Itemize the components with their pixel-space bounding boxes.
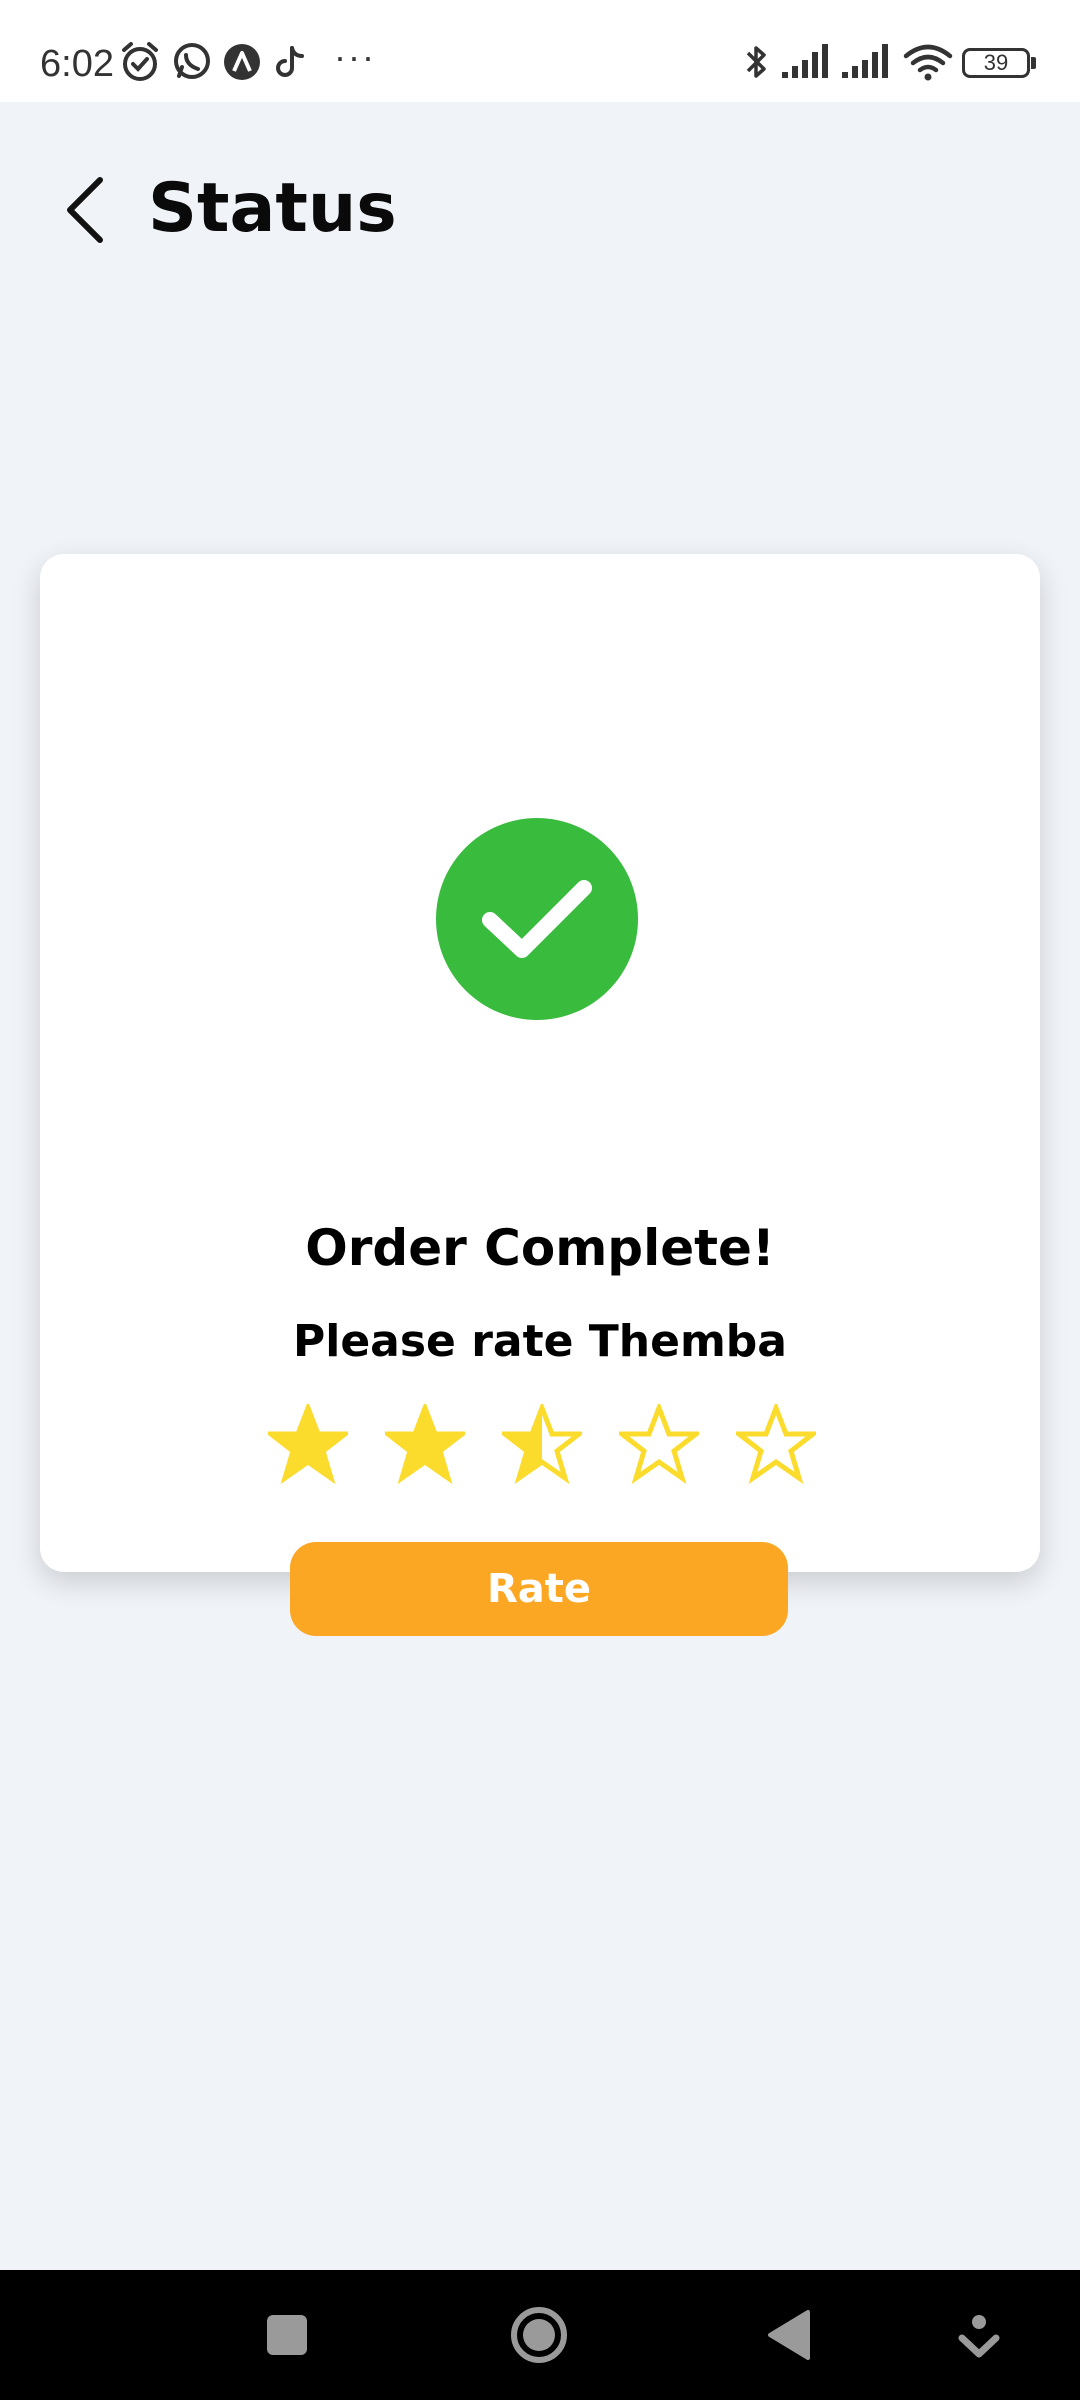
star-half-icon[interactable] bbox=[502, 1404, 582, 1484]
more-icon: ··· bbox=[334, 36, 376, 77]
star-filled-icon[interactable] bbox=[385, 1404, 465, 1484]
star-empty-icon[interactable] bbox=[736, 1404, 816, 1484]
bluetooth-icon bbox=[746, 46, 766, 78]
home-icon bbox=[511, 2307, 567, 2363]
success-badge bbox=[436, 818, 638, 1020]
wifi-icon bbox=[903, 44, 953, 81]
rate-prompt: Please rate Themba bbox=[292, 1316, 787, 1367]
assistant-button[interactable] bbox=[944, 2300, 1014, 2370]
home-button[interactable] bbox=[504, 2300, 574, 2370]
back-button[interactable] bbox=[54, 170, 124, 250]
nav-back-button[interactable] bbox=[756, 2300, 826, 2370]
tiktok-icon bbox=[276, 46, 304, 77]
alarm-icon bbox=[122, 42, 158, 81]
battery-level: 39 bbox=[983, 50, 1009, 75]
rate-button[interactable]: Rate bbox=[290, 1542, 788, 1636]
status-time: 6:02 bbox=[40, 43, 114, 85]
page-title: Status bbox=[148, 169, 397, 248]
signal-icon bbox=[782, 44, 828, 78]
recents-button[interactable] bbox=[252, 2300, 322, 2370]
checkmark-icon bbox=[482, 880, 592, 958]
back-icon bbox=[768, 2310, 810, 2360]
star-filled-icon[interactable] bbox=[268, 1404, 348, 1484]
whatsapp-icon bbox=[174, 43, 210, 79]
star-rating[interactable] bbox=[268, 1404, 816, 1484]
order-complete-title: Order Complete! bbox=[305, 1219, 775, 1277]
signal-icon bbox=[842, 44, 888, 78]
assistant-icon bbox=[958, 2315, 1000, 2358]
status-bar: 6:02 ··· 39 bbox=[0, 0, 1080, 102]
star-empty-icon[interactable] bbox=[619, 1404, 699, 1484]
battery-tip bbox=[1031, 57, 1036, 69]
battery-icon: 39 bbox=[962, 48, 1030, 78]
recents-icon bbox=[267, 2315, 307, 2355]
chevron-left-icon bbox=[67, 177, 103, 243]
app-icon bbox=[224, 44, 260, 80]
